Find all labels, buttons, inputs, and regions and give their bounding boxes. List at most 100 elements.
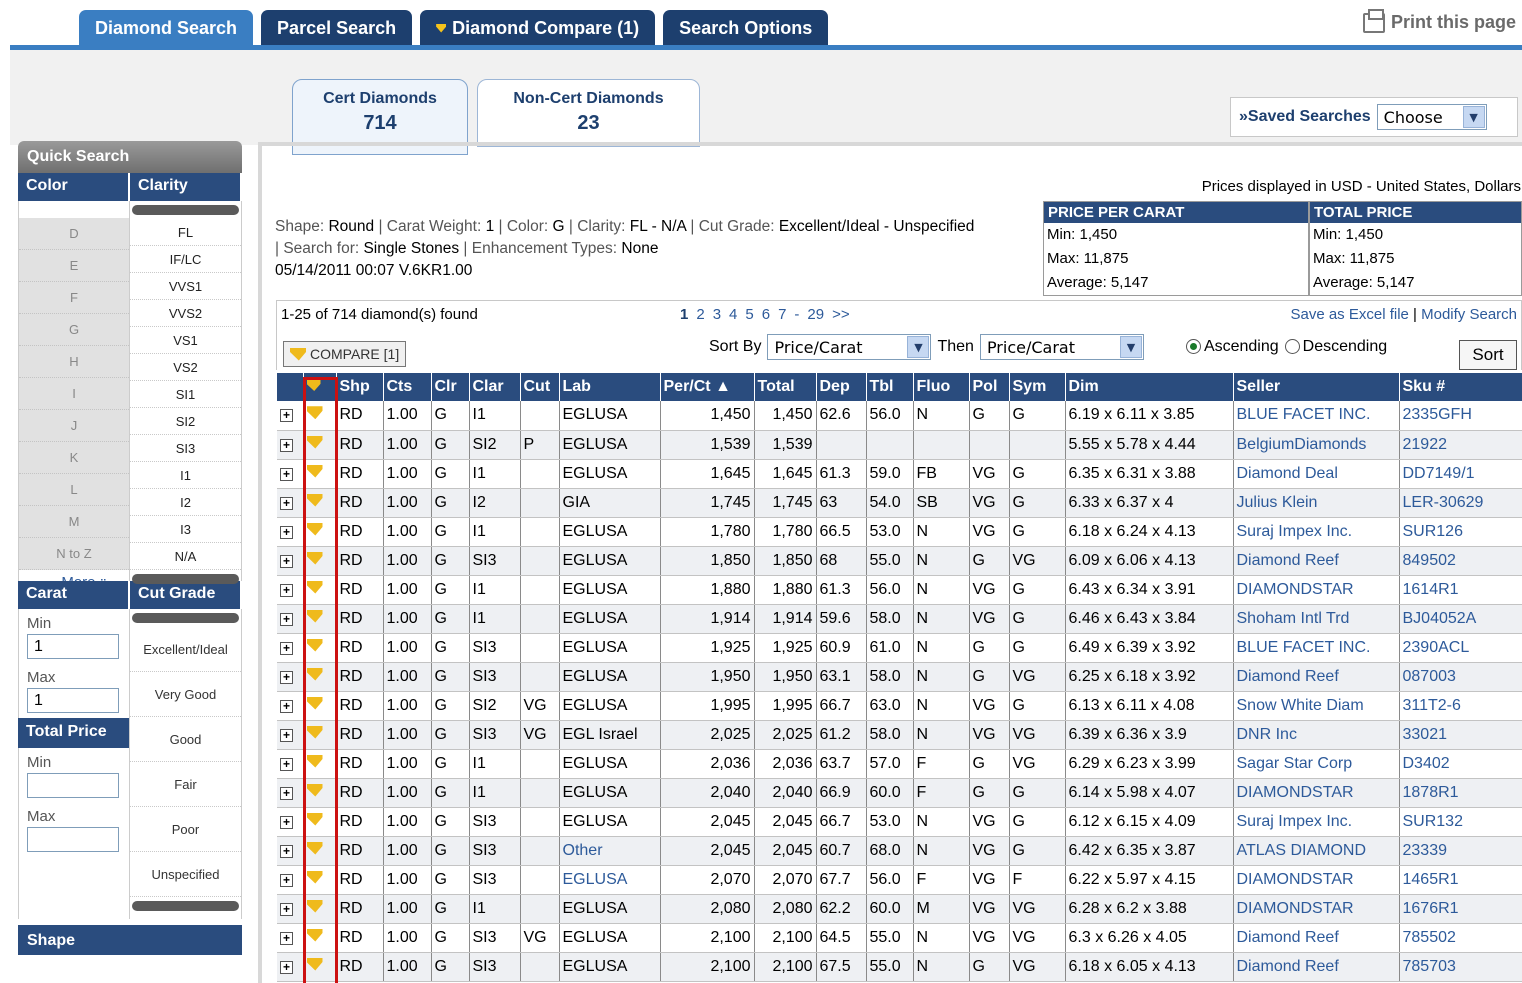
clarity-option[interactable]: N/A (130, 543, 241, 570)
table-row[interactable]: + RD 1.00 G I1 EGLUSA 1,450 1,450 62.6 56.0 N G G 6.1… (277, 401, 1522, 431)
color-option[interactable]: N to Z (19, 538, 129, 570)
clarity-option[interactable]: IF/LC (130, 246, 241, 273)
clarity-slider-top[interactable] (132, 205, 239, 215)
table-row[interactable]: + RD 1.00 G I1 EGLUSA 2,040 2,040 66.9 60.0 F G G 6.1… (277, 778, 1522, 808)
page-link[interactable]: 5 (745, 306, 753, 323)
column-header[interactable]: Per/Ct ▲ (660, 373, 755, 401)
table-row[interactable]: + RD 1.00 G I2 GIA 1,745 1,745 63 54.0 SB VG G 6.33 x… (277, 488, 1522, 518)
diamond-icon[interactable] (306, 638, 323, 652)
table-row[interactable]: + RD 1.00 G SI3 EGLUSA 2,070 2,070 67.7 56.0 F VG F 6… (277, 865, 1522, 895)
table-cell[interactable]: BLUE FACET INC. (1233, 633, 1400, 663)
table-cell[interactable]: 1878R1 (1399, 778, 1522, 808)
expand-icon[interactable]: + (280, 525, 293, 539)
column-header[interactable]: Dim (1065, 373, 1234, 401)
column-header[interactable]: Fluo (913, 373, 970, 401)
table-cell[interactable]: BJ04052A (1399, 604, 1522, 634)
diamond-icon[interactable] (306, 812, 323, 826)
table-row[interactable]: + RD 1.00 G I1 EGLUSA 1,880 1,880 61.3 56.0 N VG G 6.… (277, 575, 1522, 605)
expand-icon[interactable]: + (280, 583, 293, 597)
table-cell[interactable]: SUR132 (1399, 807, 1522, 837)
diamond-icon[interactable] (306, 435, 323, 449)
table-cell[interactable]: 785703 (1399, 952, 1522, 982)
column-header[interactable]: Clar (469, 373, 521, 401)
column-header[interactable]: Sym (1009, 373, 1066, 401)
diamond-icon[interactable] (306, 667, 323, 681)
table-row[interactable]: + RD 1.00 G SI2 P EGLUSA 1,539 1,539 5.55 x 5.78 … (277, 430, 1522, 460)
diamond-icon[interactable] (306, 841, 323, 855)
table-cell[interactable]: Diamond Reef (1233, 546, 1400, 576)
carat-min-input[interactable]: 1 (27, 634, 119, 659)
clarity-option[interactable]: I2 (130, 489, 241, 516)
expand-icon[interactable]: + (280, 844, 293, 858)
cut-grade-option[interactable]: Very Good (130, 672, 241, 717)
column-header[interactable]: Sku # (1399, 373, 1522, 401)
sort1-select[interactable]: Price/Carat ▼ (767, 334, 932, 360)
cut-grade-option[interactable]: Excellent/Ideal (130, 627, 241, 672)
column-header[interactable]: Clr (431, 373, 470, 401)
page-link[interactable]: 2 (696, 306, 704, 323)
diamond-icon[interactable] (306, 957, 323, 971)
table-cell[interactable]: 21922 (1399, 430, 1522, 460)
saved-searches-select[interactable]: Choose ▼ (1376, 104, 1487, 130)
expand-icon[interactable]: + (280, 815, 293, 829)
table-cell[interactable]: DNR Inc (1233, 720, 1400, 750)
diamond-icon[interactable] (306, 580, 323, 594)
tab-non-cert-diamonds[interactable]: Non-Cert Diamonds 23 (477, 79, 700, 147)
sort2-select[interactable]: Price/Carat ▼ (979, 334, 1144, 360)
clarity-option[interactable]: I1 (130, 462, 241, 489)
table-cell[interactable]: 087003 (1399, 662, 1522, 692)
price-min-input[interactable] (27, 773, 119, 798)
diamond-icon[interactable] (306, 522, 323, 536)
table-row[interactable]: + RD 1.00 G SI3 EGLUSA 1,950 1,950 63.1 58.0 N G VG 6… (277, 662, 1522, 692)
diamond-icon[interactable] (306, 609, 323, 623)
table-cell[interactable]: ATLAS DIAMOND (1233, 836, 1400, 866)
table-row[interactable]: + RD 1.00 G SI2 VG EGLUSA 1,995 1,995 66.7 63.0 N VG… (277, 691, 1522, 721)
color-option[interactable]: J (19, 410, 129, 442)
table-cell[interactable]: Suraj Impex Inc. (1233, 517, 1400, 547)
column-header[interactable]: Tbl (866, 373, 914, 401)
color-option[interactable]: G (19, 314, 129, 346)
table-row[interactable]: + RD 1.00 G I1 EGLUSA 2,036 2,036 63.7 57.0 F G VG 6.… (277, 749, 1522, 779)
diamond-icon[interactable] (306, 406, 323, 420)
column-header[interactable]: Dep (816, 373, 867, 401)
cut-grade-option[interactable]: Poor (130, 807, 241, 852)
table-cell[interactable]: Shoham Intl Trd (1233, 604, 1400, 634)
table-cell[interactable]: SUR126 (1399, 517, 1522, 547)
table-cell[interactable]: DIAMONDSTAR (1233, 778, 1400, 808)
table-row[interactable]: + RD 1.00 G SI3 EGLUSA 1,850 1,850 68 55.0 N G VG 6.0… (277, 546, 1522, 576)
table-cell[interactable]: 1614R1 (1399, 575, 1522, 605)
page-link[interactable]: 7 (778, 306, 786, 323)
table-row[interactable]: + RD 1.00 G I1 EGLUSA 1,645 1,645 61.3 59.0 FB VG G 6… (277, 459, 1522, 489)
expand-icon[interactable]: + (280, 670, 293, 684)
cut-slider-top[interactable] (132, 613, 239, 623)
column-header[interactable]: Lab (559, 373, 661, 401)
column-header[interactable]: Seller (1233, 373, 1400, 401)
compare-button[interactable]: COMPARE [1] (283, 341, 407, 367)
table-cell[interactable]: Julius Klein (1233, 488, 1400, 518)
clarity-option[interactable]: VVS2 (130, 300, 241, 327)
table-cell[interactable]: LER-30629 (1399, 488, 1522, 518)
descending-radio[interactable]: Descending (1284, 338, 1387, 356)
page-link[interactable]: 6 (762, 306, 770, 323)
sort-button[interactable]: Sort (1459, 340, 1517, 370)
clarity-option[interactable]: I3 (130, 516, 241, 543)
page-link[interactable]: 4 (729, 306, 737, 323)
table-row[interactable]: + RD 1.00 G SI3 VG EGL Israel 2,025 2,025 61.2 58.… (277, 720, 1522, 750)
expand-icon[interactable]: + (280, 931, 293, 945)
table-cell[interactable]: DIAMONDSTAR (1233, 575, 1400, 605)
clarity-option[interactable]: SI2 (130, 408, 241, 435)
color-option[interactable]: F (19, 282, 129, 314)
table-cell[interactable]: DD7149/1 (1399, 459, 1522, 489)
table-cell[interactable]: 33021 (1399, 720, 1522, 750)
color-option[interactable]: M (19, 506, 129, 538)
expand-icon[interactable]: + (280, 873, 293, 887)
ascending-radio[interactable]: Ascending (1185, 338, 1279, 356)
diamond-icon[interactable] (306, 493, 323, 507)
expand-icon[interactable]: + (280, 409, 293, 423)
diamond-icon[interactable] (306, 464, 323, 478)
clarity-option[interactable]: SI1 (130, 381, 241, 408)
table-cell[interactable]: D3402 (1399, 749, 1522, 779)
clarity-option[interactable]: SI3 (130, 435, 241, 462)
table-row[interactable]: + RD 1.00 G SI3 VG EGLUSA 2,100 2,100 64.5 55.0 N VG… (277, 923, 1522, 953)
table-cell[interactable]: 311T2-6 (1399, 691, 1522, 721)
